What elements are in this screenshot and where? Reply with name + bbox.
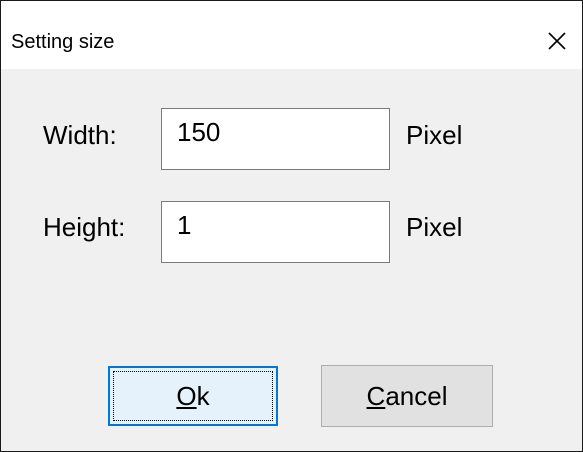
height-unit-label: Pixel — [406, 212, 463, 242]
close-button[interactable] — [532, 19, 582, 63]
height-label: Height: — [43, 212, 126, 242]
cancel-label-rest: ancel — [385, 380, 448, 411]
width-input[interactable]: 150 — [161, 108, 390, 170]
ok-button[interactable]: Ok — [108, 366, 278, 426]
cancel-button-label: Cancel — [367, 381, 448, 412]
width-unit-label: Pixel — [406, 120, 463, 150]
title-bar: Setting size — [1, 1, 582, 69]
close-icon — [548, 32, 566, 50]
setting-size-dialog: Setting size Width: 150 Pixel Height: 1 … — [0, 0, 583, 452]
ok-label-rest: k — [196, 380, 210, 411]
ok-button-label: Ok — [176, 381, 209, 412]
height-input[interactable]: 1 — [161, 201, 390, 263]
cancel-mnemonic: C — [366, 380, 386, 411]
ok-mnemonic: O — [176, 380, 197, 411]
dialog-body: Width: 150 Pixel Height: 1 Pixel Ok Canc… — [1, 69, 582, 451]
cancel-button[interactable]: Cancel — [321, 365, 493, 427]
width-label: Width: — [43, 120, 117, 150]
window-title: Setting size — [11, 31, 115, 53]
